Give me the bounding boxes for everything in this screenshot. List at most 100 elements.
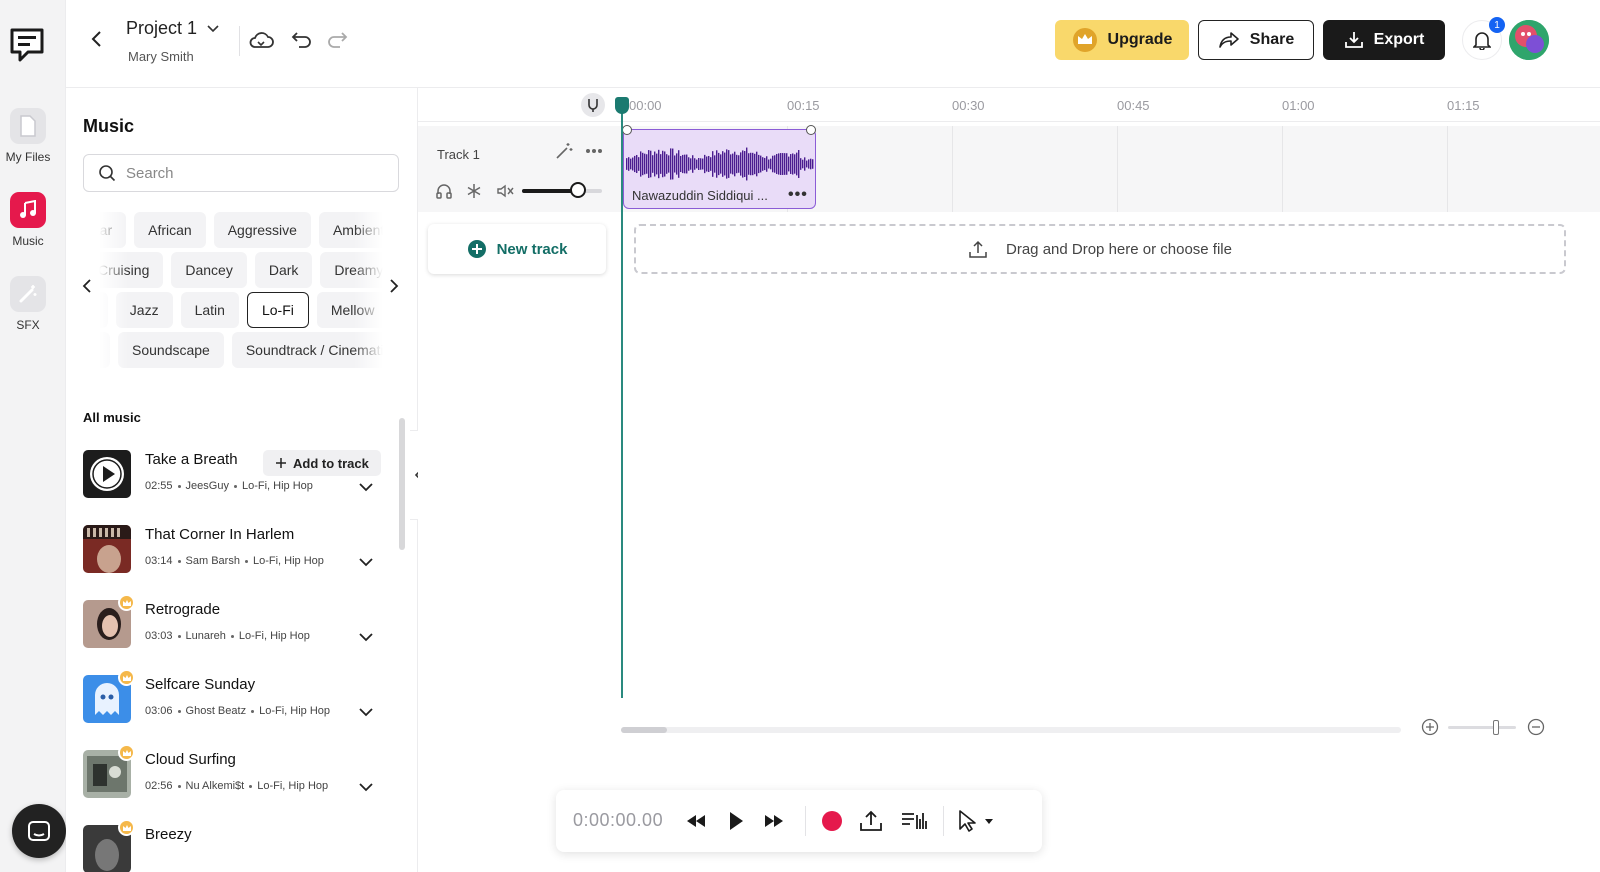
waveform-bar	[724, 152, 726, 176]
freeze-button[interactable]	[464, 181, 484, 201]
ai-enhance-button[interactable]	[554, 141, 574, 161]
rewind-button[interactable]	[682, 807, 710, 835]
chevron-down-icon[interactable]	[357, 628, 375, 646]
list-item[interactable]: Take a Breath Add to track 02:55 JeesGuy…	[83, 448, 403, 523]
track-name[interactable]: Track 1	[437, 147, 480, 162]
clip-more-button[interactable]: •••	[788, 186, 808, 204]
export-button[interactable]: Export	[1323, 20, 1445, 60]
chevron-down-icon[interactable]	[357, 553, 375, 571]
track-more-button[interactable]	[584, 141, 604, 161]
track-thumbnail[interactable]	[83, 525, 131, 573]
back-button[interactable]	[86, 28, 108, 50]
chat-support-button[interactable]	[12, 804, 66, 858]
chevron-down-icon[interactable]	[357, 478, 375, 496]
list-item[interactable]: Cloud Surfing 02:56 Nu Alkemi$t Lo-Fi, H…	[83, 744, 403, 823]
premium-crown-icon	[118, 744, 135, 761]
app-logo-icon[interactable]	[8, 24, 48, 64]
waveform-bar	[764, 157, 766, 171]
panel-title: Music	[83, 116, 135, 136]
magic-wand-icon	[10, 276, 46, 312]
solo-button[interactable]	[434, 181, 454, 201]
track-thumbnail[interactable]	[83, 450, 131, 498]
undo-button[interactable]	[289, 28, 315, 52]
waveform	[626, 147, 814, 181]
waveform-bar	[660, 154, 662, 174]
project-title[interactable]: Project 1	[126, 18, 219, 39]
timeline-scrollbar[interactable]	[621, 727, 1401, 733]
add-to-track-button[interactable]: Add to track	[263, 450, 381, 476]
play-icon	[90, 457, 124, 491]
genre-chip[interactable]: Ambient	[318, 212, 386, 248]
notifications-button[interactable]: 1	[1462, 17, 1505, 60]
clip-trim-start-handle[interactable]	[622, 125, 632, 135]
tool-select-button[interactable]	[954, 807, 998, 835]
time-ruler[interactable]: 00:00 00:15 00:30 00:45 01:00 01:15	[418, 88, 1600, 122]
genre-chip[interactable]: Aggressive	[213, 212, 311, 248]
chevron-down-icon[interactable]	[357, 778, 375, 796]
search-input[interactable]	[126, 164, 386, 182]
genre-chip[interactable]: Dreamy	[320, 252, 386, 288]
genre-chip[interactable]: Mellow	[316, 292, 386, 328]
upload-audio-button[interactable]	[857, 807, 885, 835]
share-button[interactable]: Share	[1198, 20, 1314, 60]
redo-button[interactable]	[324, 28, 350, 52]
fast-forward-button[interactable]	[760, 807, 788, 835]
zoom-out-button[interactable]	[1526, 717, 1546, 737]
record-button[interactable]	[818, 807, 846, 835]
genre-chip[interactable]: Soundscape	[118, 332, 224, 368]
music-note-icon	[10, 192, 46, 228]
more-horizontal-icon	[586, 149, 602, 153]
list-item[interactable]: Breezy	[83, 819, 403, 872]
upgrade-button[interactable]: Upgrade	[1055, 20, 1189, 60]
snap-toggle-button[interactable]	[581, 93, 605, 117]
waveform-bar	[650, 150, 652, 178]
chips-scroll-left-button[interactable]	[77, 276, 97, 296]
playhead-handle[interactable]	[615, 97, 629, 114]
volume-knob[interactable]	[570, 182, 586, 198]
genre-chip[interactable]: Guitar	[96, 212, 127, 248]
play-button[interactable]	[722, 807, 750, 835]
chips-scroll-right-button[interactable]	[384, 276, 404, 296]
waveform-bar	[694, 158, 696, 170]
list-item[interactable]: Selfcare Sunday 03:06 Ghost Beatz Lo-Fi,…	[83, 669, 403, 748]
rail-item-my-files[interactable]: My Files	[0, 108, 56, 164]
genre-chip[interactable]: Jazz	[115, 292, 173, 328]
cloud-save-button[interactable]	[248, 28, 274, 52]
waveform-bar	[666, 154, 668, 174]
genre-chip[interactable]	[96, 332, 110, 368]
genre-chip-selected[interactable]: Lo-Fi	[246, 292, 309, 328]
new-track-button[interactable]: New track	[428, 224, 606, 274]
drop-zone[interactable]: Drag and Drop here or choose file	[634, 224, 1566, 274]
panel-scrollbar[interactable]	[399, 418, 405, 550]
zoom-slider[interactable]	[1448, 720, 1516, 735]
mixer-button[interactable]	[900, 807, 928, 835]
track-title: Breezy	[145, 826, 192, 843]
list-item[interactable]: That Corner In Harlem 03:14 Sam Barsh Lo…	[83, 523, 403, 598]
ruler-tick: 00:45	[1117, 98, 1150, 113]
zoom-in-button[interactable]	[1420, 717, 1440, 737]
mute-button[interactable]	[495, 181, 515, 201]
list-item[interactable]: Retrograde 03:03 Lunareh Lo-Fi, Hip Hop	[83, 594, 403, 673]
rail-item-music[interactable]: Music	[0, 192, 56, 248]
rail-item-sfx[interactable]: SFX	[0, 276, 56, 332]
genre-chip[interactable]: African	[134, 212, 206, 248]
volume-slider[interactable]	[522, 182, 602, 198]
genre-chips: Guitar African Aggressive Ambient Cruisi…	[96, 212, 386, 372]
genre-chip[interactable]: Dark	[254, 252, 313, 288]
waveform-bar	[722, 151, 724, 177]
zoom-knob[interactable]	[1492, 720, 1499, 735]
genre-chip[interactable]: e	[96, 292, 108, 328]
chevron-down-icon[interactable]	[357, 703, 375, 721]
avatar[interactable]	[1509, 20, 1549, 60]
genre-chip[interactable]: Soundtrack / Cinematic	[231, 332, 386, 368]
redo-icon	[328, 32, 348, 48]
clip-trim-end-handle[interactable]	[806, 125, 816, 135]
genre-row: Guitar African Aggressive Ambient	[96, 212, 386, 248]
genre-chip[interactable]: Cruising	[96, 252, 164, 288]
audio-clip[interactable]: Nawazuddin Siddiqui ... •••	[623, 129, 816, 209]
timeline-scrollbar-thumb[interactable]	[621, 727, 667, 733]
genre-chip[interactable]: Latin	[180, 292, 239, 328]
waveform-bar	[688, 157, 690, 171]
genre-chip[interactable]: Dancey	[171, 252, 247, 288]
waveform-bar	[708, 155, 710, 173]
